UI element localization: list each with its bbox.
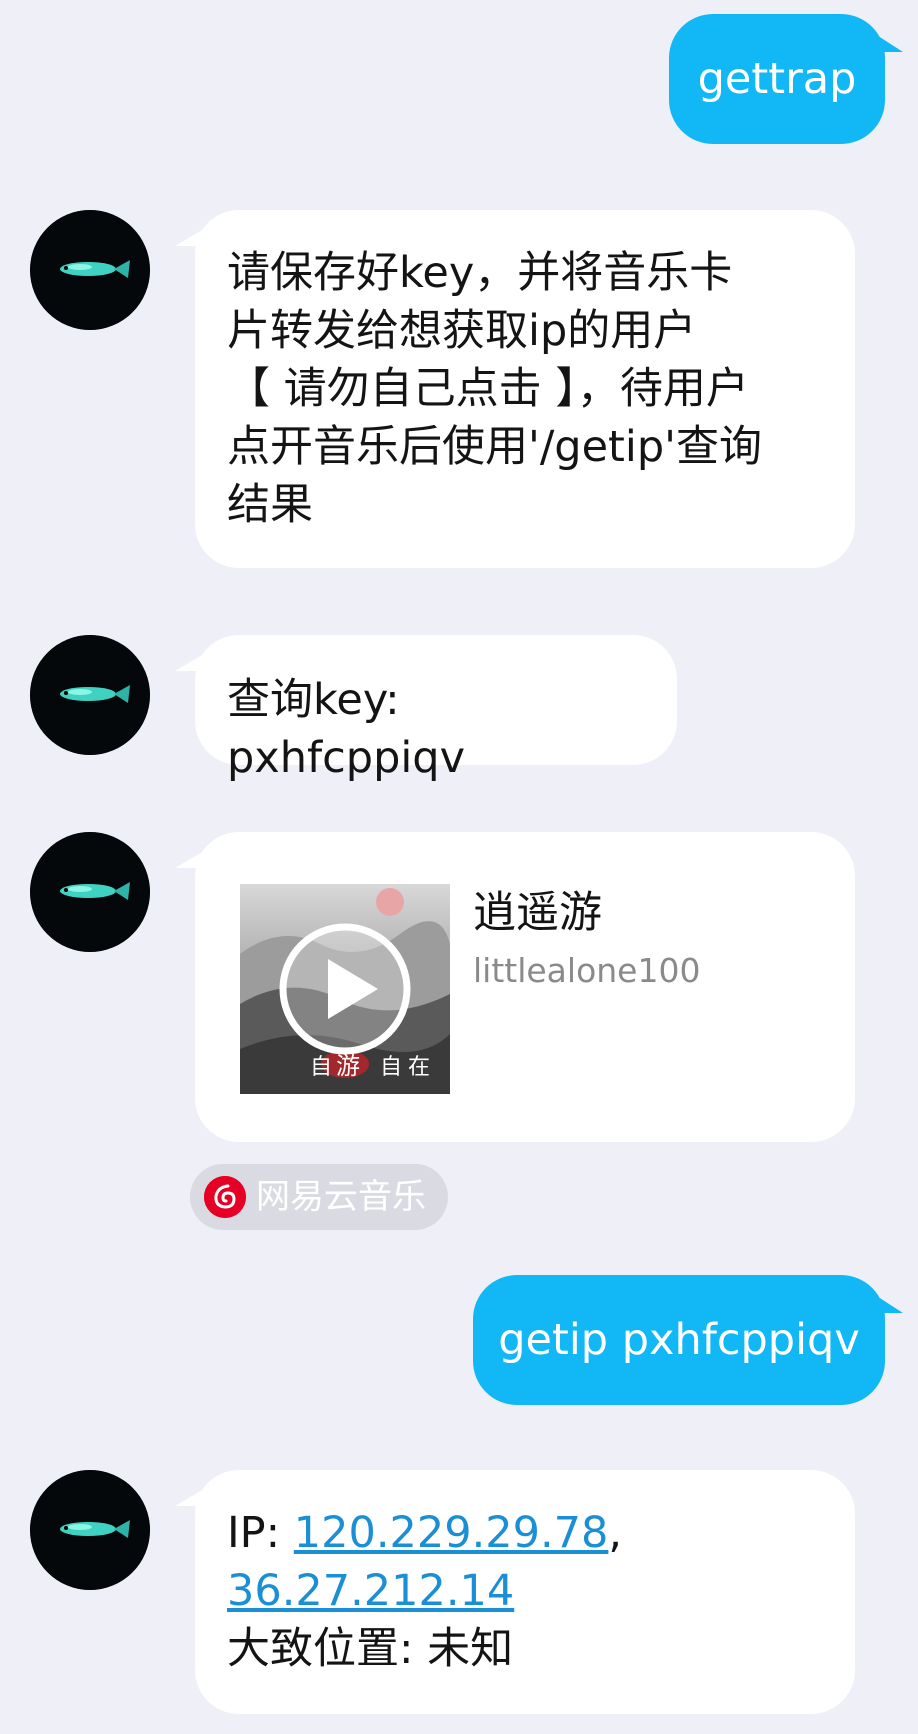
- message-line: 结果: [227, 480, 313, 530]
- incoming-message-bubble[interactable]: 查询key: pxhfcppiqv: [175, 635, 677, 783]
- fish-avatar-icon: [30, 1470, 150, 1590]
- music-card[interactable]: 自 游 自 在 逍遥游 littlealone100: [175, 832, 855, 1142]
- fish-avatar-icon: [30, 210, 150, 330]
- sender-avatar[interactable]: [30, 635, 150, 755]
- music-artist: littlealone100: [473, 951, 701, 990]
- ip-link[interactable]: 36.27.212.14: [227, 1566, 514, 1616]
- ip-line: IP: 120.229.29.78,: [227, 1504, 823, 1562]
- sender-avatar[interactable]: [30, 832, 150, 952]
- location-line: 大致位置: 未知: [227, 1624, 514, 1674]
- outgoing-message-bubble[interactable]: getip pxhfcppiqv: [473, 1275, 903, 1405]
- message-text: getip pxhfcppiqv: [498, 1315, 860, 1365]
- ip-link[interactable]: 120.229.29.78: [294, 1508, 609, 1558]
- message-text: 查询key: pxhfcppiqv: [227, 675, 466, 783]
- message-line: 片转发给想获取ip的用户: [227, 306, 697, 356]
- incoming-message-bubble[interactable]: 请保存好key，并将音乐卡 片转发给想获取ip的用户 【 请勿自己点击 】，待用…: [175, 210, 855, 568]
- ip-line: 36.27.212.14: [227, 1562, 823, 1620]
- ip-separator: ,: [608, 1508, 623, 1558]
- music-title[interactable]: 逍遥游: [473, 884, 602, 942]
- message-text: gettrap: [697, 54, 857, 104]
- music-source-label: 网易云音乐: [256, 1177, 426, 1217]
- message-line: 点开音乐后使用'/getip'查询: [227, 422, 762, 472]
- music-cover[interactable]: 自 游 自 在: [240, 884, 450, 1094]
- fish-avatar-icon: [30, 832, 150, 952]
- incoming-message-bubble[interactable]: IP: 120.229.29.78, 36.27.212.14 大致位置: 未知: [175, 1470, 855, 1714]
- ip-label: IP:: [227, 1508, 294, 1558]
- message-line: 【 请勿自己点击 】，待用户: [227, 364, 749, 414]
- music-source-badge[interactable]: 网易云音乐: [190, 1164, 448, 1230]
- sender-avatar[interactable]: [30, 1470, 150, 1590]
- play-icon[interactable]: [240, 884, 450, 1094]
- sender-avatar[interactable]: [30, 210, 150, 330]
- fish-avatar-icon: [30, 635, 150, 755]
- message-line: 请保存好key，并将音乐卡: [227, 248, 733, 298]
- outgoing-message-bubble[interactable]: gettrap: [669, 14, 903, 144]
- netease-music-icon: [204, 1176, 246, 1218]
